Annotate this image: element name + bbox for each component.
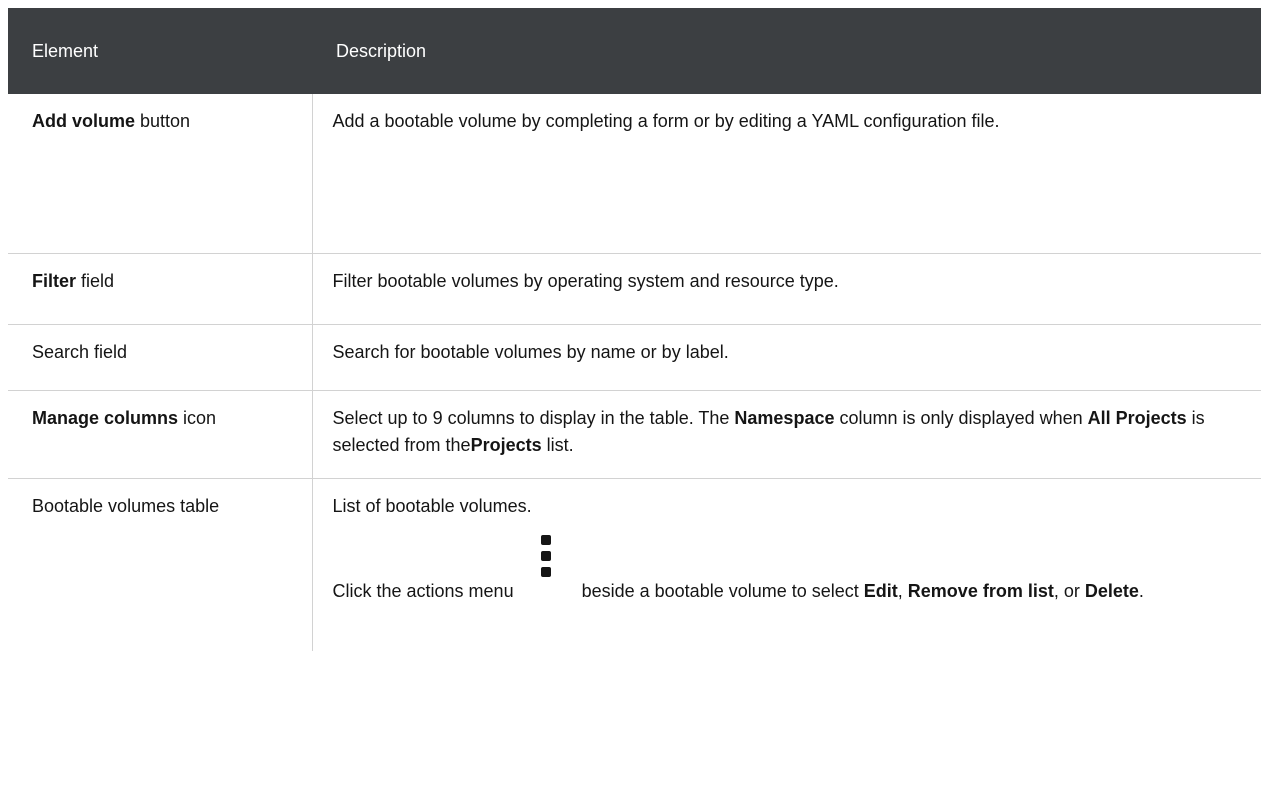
- table-row: Manage columns icon Select up to 9 colum…: [8, 390, 1261, 479]
- description-cell: Filter bootable volumes by operating sys…: [312, 253, 1261, 325]
- element-type: button: [135, 111, 191, 131]
- desc-text: Select up to 9 columns to display in the…: [332, 407, 735, 428]
- header-description: Description: [312, 8, 1261, 94]
- desc-line-1: List of bootable volumes.: [332, 495, 532, 516]
- delete-term: Delete: [1084, 580, 1139, 601]
- edit-term: Edit: [863, 580, 898, 601]
- description-cell: List of bootable volumes. Click the acti…: [312, 478, 1261, 651]
- remove-from-list-term: Remove from list: [907, 580, 1054, 601]
- description-cell: Search for bootable volumes by name or b…: [312, 324, 1261, 391]
- element-cell: Manage columns icon: [8, 390, 313, 479]
- desc-text: column is only displayed when: [834, 407, 1088, 428]
- kebab-icon: [540, 534, 551, 579]
- table-header-row: Element Description: [8, 8, 1261, 94]
- element-name-bold: Manage columns: [32, 407, 179, 428]
- desc-text: ,: [897, 580, 908, 601]
- namespace-term: Namespace: [734, 407, 835, 428]
- element-cell: Bootable volumes table: [8, 478, 313, 651]
- description-cell: Add a bootable volume by completing a fo…: [312, 94, 1261, 254]
- element-name-bold: Add volume: [32, 111, 136, 131]
- kebab-icon-wrap: [514, 534, 582, 605]
- desc-line-2: Click the actions menu beside a bootable …: [332, 534, 1242, 605]
- desc-text: .: [1138, 580, 1144, 601]
- table-row: Search field Search for bootable volumes…: [8, 324, 1261, 391]
- element-type: icon: [178, 407, 217, 428]
- table-row: Filter field Filter bootable volumes by …: [8, 253, 1261, 325]
- element-cell: Search field: [8, 324, 313, 391]
- desc-text: beside a bootable volume to select: [581, 580, 864, 601]
- projects-term: Projects: [470, 434, 542, 455]
- table-row: Bootable volumes table List of bootable …: [8, 478, 1261, 651]
- desc-text: list.: [541, 434, 574, 455]
- table-row: Add volume button Add a bootable volume …: [8, 94, 1261, 254]
- all-projects-term: All Projects: [1087, 407, 1187, 428]
- element-cell: Filter field: [8, 253, 313, 325]
- desc-text: Click the actions menu: [332, 580, 514, 601]
- element-name-bold: Filter: [32, 270, 77, 291]
- elements-table: Element Description Add volume button Ad…: [8, 8, 1261, 651]
- header-element: Element: [8, 8, 312, 94]
- element-type: field: [76, 270, 115, 291]
- element-cell: Add volume button: [8, 94, 313, 254]
- desc-text: , or: [1053, 580, 1085, 601]
- description-cell: Select up to 9 columns to display in the…: [312, 390, 1261, 479]
